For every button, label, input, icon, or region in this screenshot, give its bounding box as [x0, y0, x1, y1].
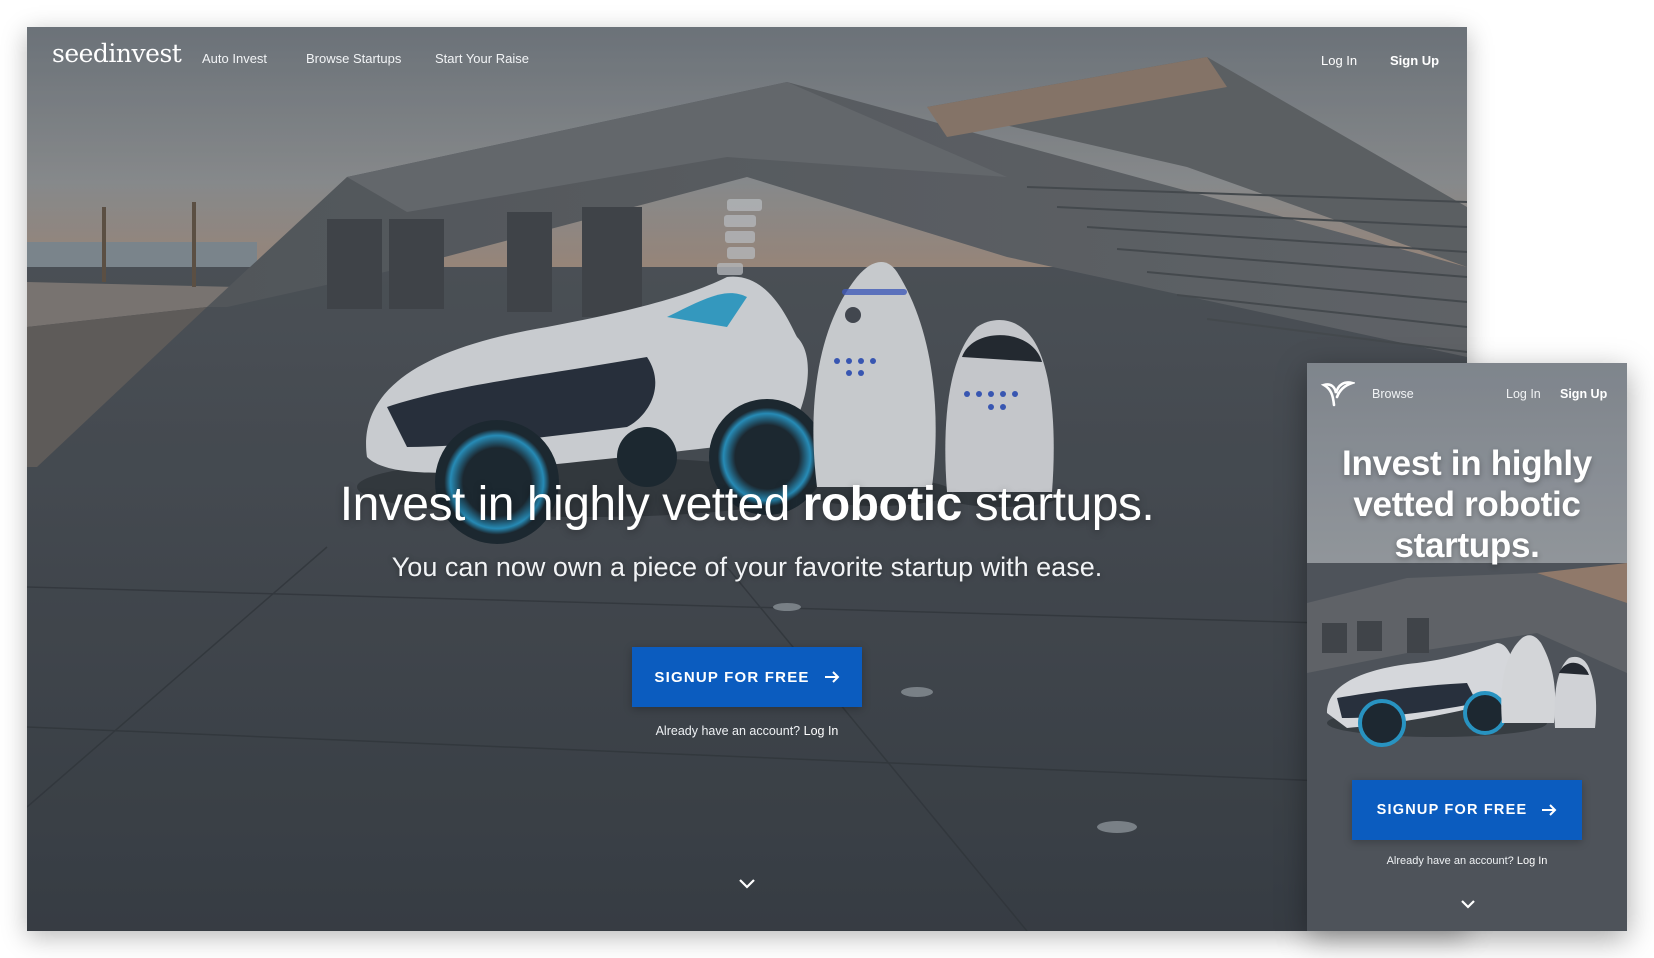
mobile-already-text: Already have an account? [1386, 855, 1517, 867]
mobile-login-link[interactable]: Log In [1506, 387, 1541, 401]
already-have-account: Already have an account? Log In [27, 724, 1467, 738]
logo-text: seedinvest [52, 39, 182, 68]
nav-start-your-raise[interactable]: Start Your Raise [435, 51, 529, 66]
signup-for-free-button[interactable]: SIGNUP FOR FREE [632, 647, 862, 707]
mobile-frame: Browse Log In Sign Up Invest in highly v… [1307, 363, 1627, 931]
login-link[interactable]: Log In [1321, 53, 1357, 68]
nav-browse-startups[interactable]: Browse Startups [306, 51, 401, 66]
nav-auto-invest[interactable]: Auto Invest [202, 51, 267, 66]
mobile-nav-browse[interactable]: Browse [1372, 387, 1414, 401]
already-text: Already have an account? [655, 724, 804, 738]
desktop-frame: seedinvest Auto Invest Browse Startups S… [27, 27, 1467, 931]
signup-link[interactable]: Sign Up [1390, 53, 1439, 68]
mobile-title-bold: robotic [1464, 485, 1581, 524]
arrow-right-icon [1542, 804, 1557, 816]
chevron-down-icon[interactable] [1460, 899, 1476, 910]
mobile-hero-title: Invest in highly vetted robotic startups… [1307, 443, 1627, 566]
top-navigation: seedinvest Auto Invest Browse Startups S… [27, 27, 1467, 93]
chevron-down-icon[interactable] [738, 878, 756, 890]
hero-title-post: startups. [961, 478, 1155, 531]
mobile-signup-link[interactable]: Sign Up [1560, 387, 1607, 401]
hero-title-pre: Invest in highly vetted [339, 478, 803, 531]
mobile-title-line3: startups. [1394, 526, 1540, 565]
cta-label: SIGNUP FOR FREE [654, 668, 810, 686]
sprout-icon[interactable] [1321, 377, 1355, 407]
hero-title-bold: robotic [802, 478, 963, 531]
mobile-title-line2-pre: vetted [1353, 485, 1465, 524]
hero-subtitle: You can now own a piece of your favorite… [391, 552, 1103, 582]
mobile-already-login-link[interactable]: Log In [1517, 855, 1548, 867]
hero-title: Invest in highly vetted robotic startups… [27, 477, 1467, 532]
mobile-title-line1: Invest in highly [1342, 444, 1592, 483]
seedinvest-logo[interactable]: seedinvest [52, 39, 182, 68]
arrow-right-icon [824, 671, 840, 683]
already-login-link[interactable]: Log In [804, 724, 839, 738]
mobile-signup-for-free-button[interactable]: SIGNUP FOR FREE [1352, 780, 1582, 840]
mobile-already-have-account: Already have an account? Log In [1307, 855, 1627, 867]
mobile-cta-label: SIGNUP FOR FREE [1376, 802, 1528, 818]
